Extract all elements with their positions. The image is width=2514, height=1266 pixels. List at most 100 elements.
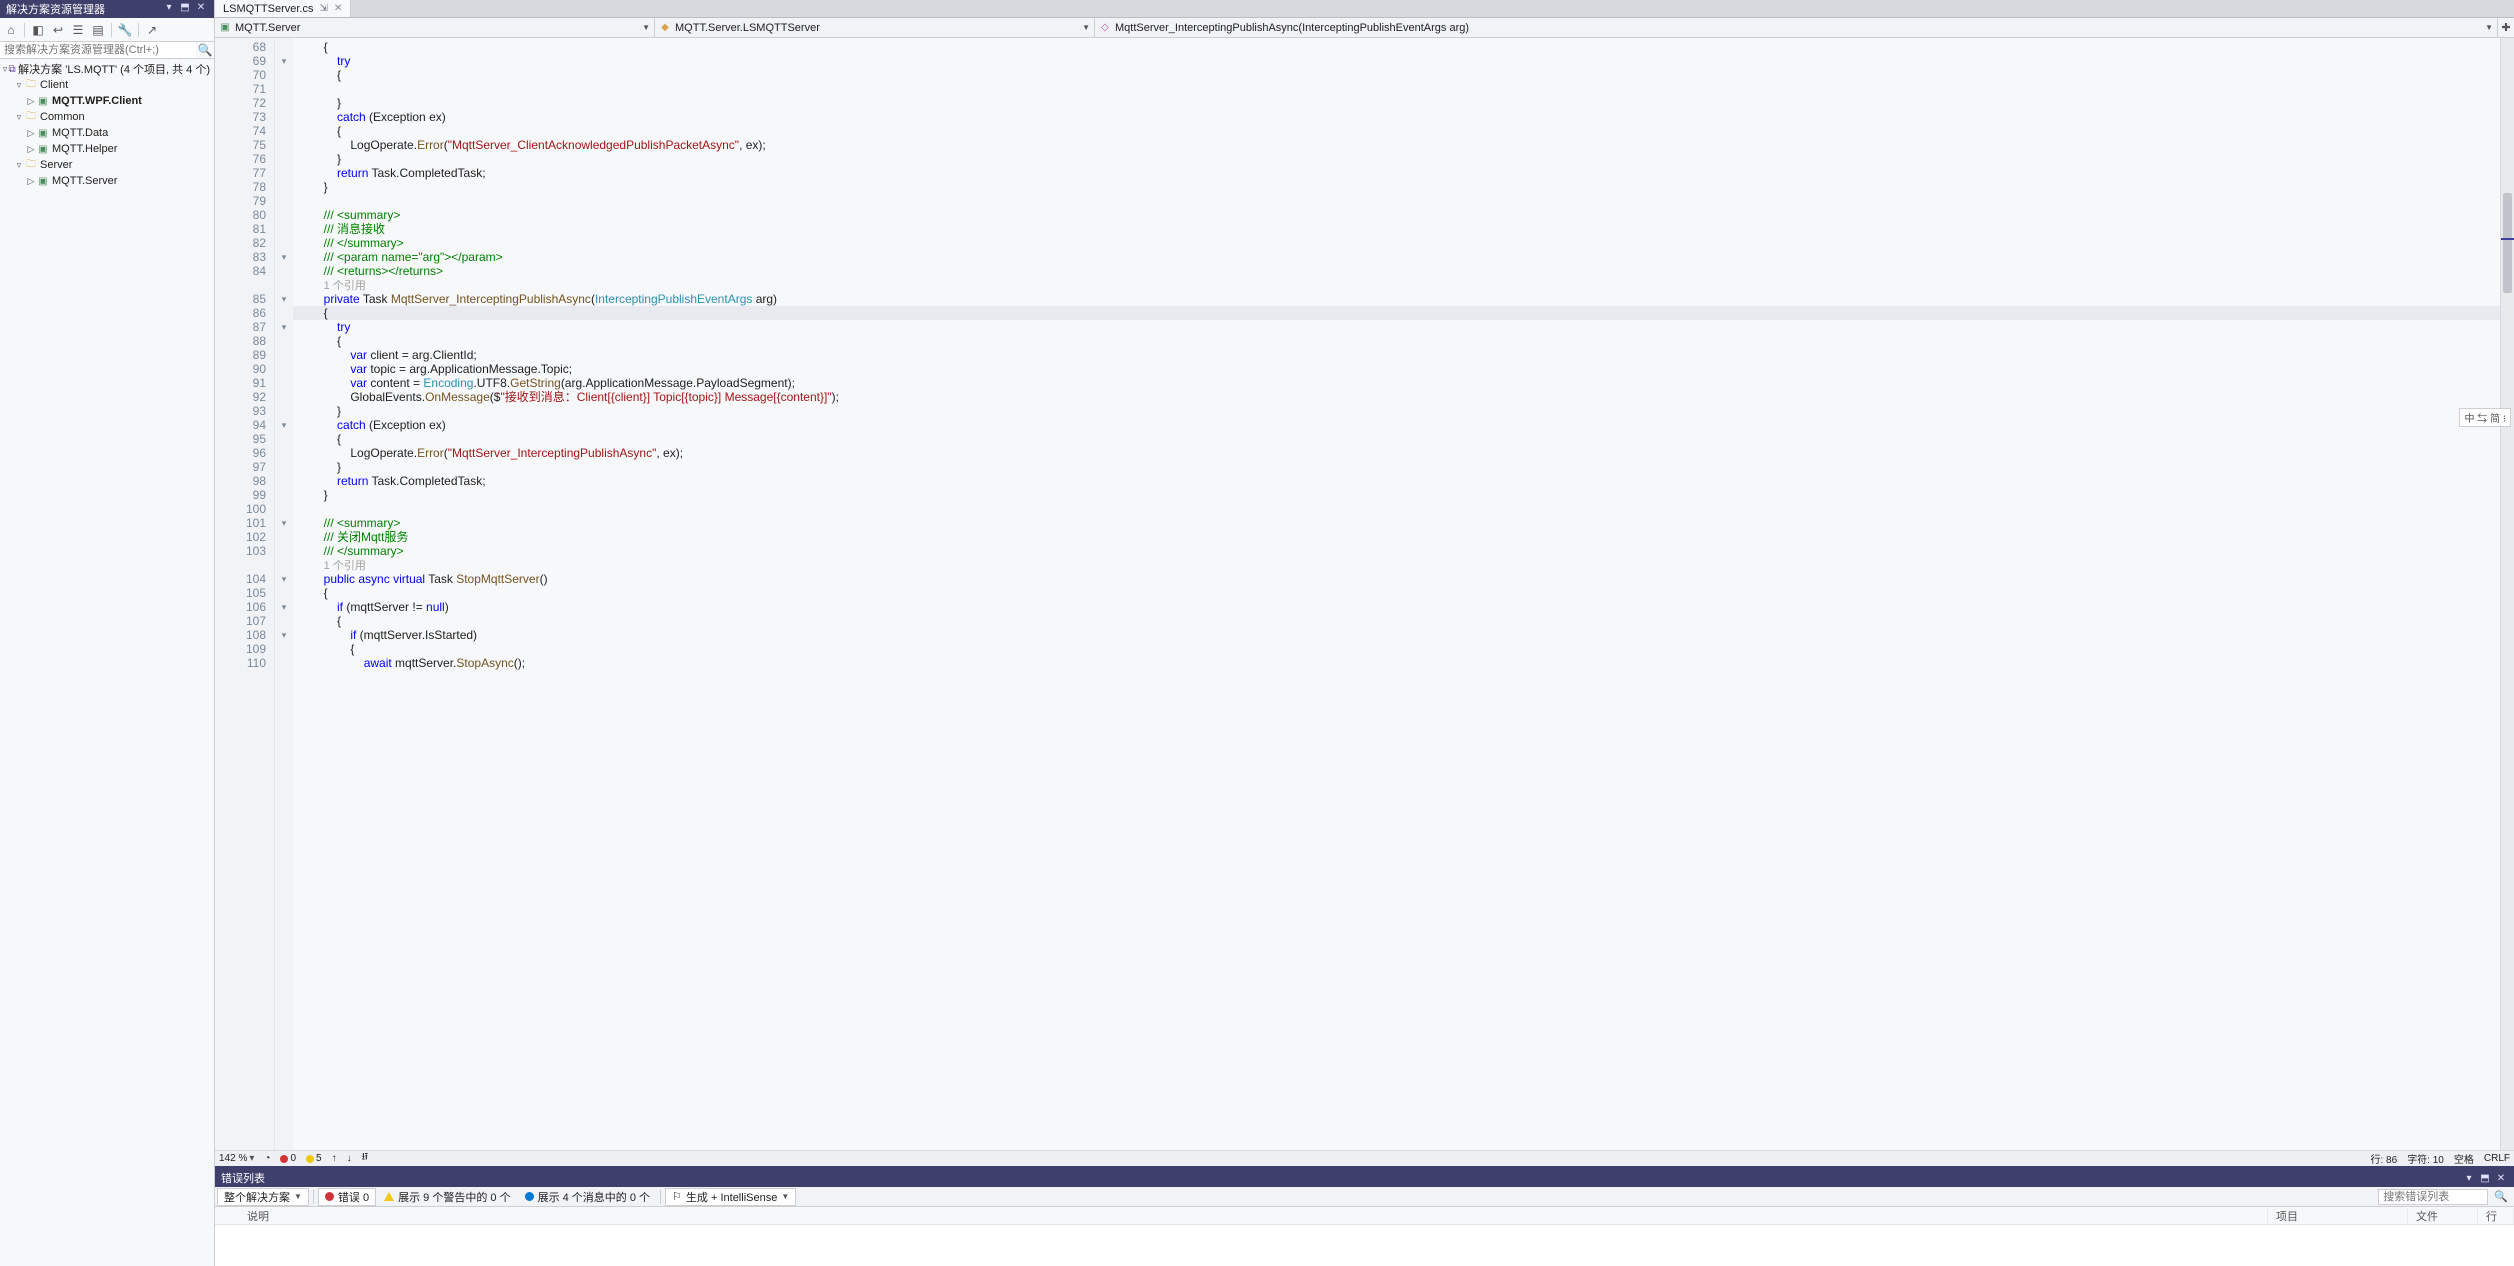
editor-status-bar: 142 % ▾ ◔ 0 5 ↑ ↓ ⭿ 行: 86 字符: 10 空格 CRLF [215, 1150, 2514, 1166]
solution-search-input[interactable] [0, 42, 196, 58]
chevron-down-icon: ▼ [1082, 23, 1090, 32]
error-dot-icon [280, 1155, 288, 1163]
error-count[interactable]: 0 [280, 1153, 296, 1164]
error-icon [325, 1192, 334, 1201]
split-editor-button[interactable]: ✚ [2498, 18, 2514, 37]
caret-col: 字符: 10 [2407, 1151, 2444, 1166]
nav-prev[interactable]: ↑ [332, 1153, 337, 1164]
ime-indicator[interactable]: 中 ⇆ 简 ⁝ [2459, 408, 2511, 427]
zoom-level[interactable]: 142 % ▾ [219, 1153, 254, 1164]
fold-gutter[interactable]: ▾▾▾▾▾▾▾▾▾ [275, 38, 293, 1150]
tree-node[interactable]: ▿🗀Common [0, 109, 214, 125]
solution-explorer-title: 解决方案资源管理器 [6, 1, 160, 17]
panel-close-icon[interactable]: ✕ [2494, 1173, 2508, 1184]
expander-icon[interactable]: ▷ [26, 128, 36, 139]
tree-node[interactable]: ▷▣MQTT.Helper [0, 141, 214, 157]
expander-icon[interactable]: ▷ [26, 176, 36, 187]
error-list-titlebar: 错误列表 ▾ ⬒ ✕ [215, 1169, 2514, 1187]
panel-close-icon[interactable]: ✕ [194, 2, 208, 16]
scrollbar-caret-marker [2501, 238, 2514, 240]
tree-node-label: Common [40, 111, 85, 123]
expander-icon[interactable]: ▷ [26, 144, 36, 155]
tree-node-label: MQTT.Data [52, 127, 108, 139]
issues-icon[interactable]: ◔ [264, 1153, 270, 1164]
code-nav-bar: ▣ MQTT.Server ▼ ◆ MQTT.Server.LSMQTTServ… [215, 18, 2514, 38]
caret-line: 行: 86 [2371, 1151, 2398, 1166]
csharp-project-icon: ▣ [36, 142, 50, 156]
scope-selector[interactable]: 整个解决方案▼ [217, 1188, 309, 1206]
warning-count[interactable]: 5 [306, 1153, 322, 1164]
properties-icon[interactable]: 🔧 [116, 21, 134, 39]
tree-node[interactable]: ▿🗀Server [0, 157, 214, 173]
solution-root-label: 解决方案 'LS.MQTT' (4 个项目, 共 4 个) [18, 61, 210, 77]
csharp-project-icon: ▣ [36, 94, 50, 108]
nav-next[interactable]: ↓ [347, 1153, 352, 1164]
messages-filter[interactable]: 展示 4 个消息中的 0 个 [519, 1188, 656, 1206]
class-icon: ◆ [659, 22, 671, 34]
nav-sync[interactable]: ⭿ [362, 1150, 368, 1167]
indent-mode[interactable]: 空格 [2454, 1151, 2474, 1166]
panel-pin-icon[interactable]: ⬒ [178, 2, 192, 16]
nav-project[interactable]: ▣ MQTT.Server ▼ [215, 18, 655, 37]
col-line[interactable]: 行 [2478, 1208, 2514, 1224]
warning-dot-icon [306, 1155, 314, 1163]
expander-icon[interactable]: ▿ [14, 80, 24, 91]
csharp-project-icon: ▣ [219, 22, 231, 34]
chevron-down-icon: ▼ [642, 23, 650, 32]
tab-active[interactable]: LSMQTTServer.cs ⇲ ✕ [215, 0, 351, 17]
build-filter[interactable]: ⚐生成 + IntelliSense▼ [665, 1188, 796, 1206]
error-columns: 说明 项目 文件 行 [215, 1207, 2514, 1225]
search-icon[interactable]: 🔍 [2490, 1190, 2512, 1203]
tab-label: LSMQTTServer.cs [223, 3, 313, 15]
csharp-project-icon: ▣ [36, 174, 50, 188]
errors-filter[interactable]: 错误 0 [318, 1188, 376, 1206]
error-list-toolbar: 整个解决方案▼ 错误 0 展示 9 个警告中的 0 个 展示 4 个消息中的 0… [215, 1187, 2514, 1207]
document-tabs: LSMQTTServer.cs ⇲ ✕ [215, 0, 2514, 18]
expander-icon[interactable]: ▷ [26, 96, 36, 107]
panel-dropdown-icon[interactable]: ▾ [2462, 1173, 2476, 1184]
show-all-icon[interactable]: ▤ [89, 21, 107, 39]
error-list-title: 错误列表 [221, 1170, 2460, 1186]
col-desc[interactable]: 说明 [239, 1208, 2268, 1224]
eol-mode[interactable]: CRLF [2484, 1153, 2510, 1164]
csharp-project-icon: ▣ [36, 126, 50, 140]
home-icon[interactable]: ⌂ [2, 21, 20, 39]
search-icon[interactable]: 🔍 [196, 42, 214, 58]
tree-node-label: MQTT.Helper [52, 143, 117, 155]
vertical-scrollbar[interactable] [2500, 38, 2514, 1150]
back-icon[interactable]: ↩ [49, 21, 67, 39]
code-editor[interactable]: 6869707172737475767778798081828384858687… [215, 38, 2514, 1150]
folder-icon: 🗀 [24, 110, 38, 124]
tree-node[interactable]: ▷▣MQTT.WPF.Client [0, 93, 214, 109]
panel-dropdown-icon[interactable]: ▾ [162, 2, 176, 16]
tree-node[interactable]: ▿🗀Client [0, 77, 214, 93]
tree-node-label: Client [40, 79, 68, 91]
folder-icon: 🗀 [24, 78, 38, 92]
tree-node-label: Server [40, 159, 72, 171]
expander-icon[interactable]: ▿ [14, 160, 24, 171]
filter-icon: ⚐ [672, 1190, 682, 1203]
error-list-body[interactable] [215, 1225, 2514, 1266]
line-number-gutter: 6869707172737475767778798081828384858687… [215, 38, 275, 1150]
tree-node[interactable]: ▷▣MQTT.Data [0, 125, 214, 141]
error-search-input[interactable] [2378, 1189, 2488, 1205]
tree-node-label: MQTT.WPF.Client [52, 95, 142, 107]
solution-explorer-panel: 解决方案资源管理器 ▾ ⬒ ✕ ⌂ ◧ ↩ ☰ ▤ 🔧 ↗ 🔍 ▿ ⧉ 解决方案… [0, 0, 215, 1266]
view-icon[interactable]: ◧ [29, 21, 47, 39]
col-file[interactable]: 文件 [2408, 1208, 2478, 1224]
preview-icon[interactable]: ↗ [143, 21, 161, 39]
scrollbar-thumb[interactable] [2503, 193, 2512, 293]
solution-tree[interactable]: ▿ ⧉ 解决方案 'LS.MQTT' (4 个项目, 共 4 个) ▿🗀Clie… [0, 59, 214, 1266]
tree-node[interactable]: ▷▣MQTT.Server [0, 173, 214, 189]
pin-icon[interactable]: ⇲ [319, 3, 327, 14]
expander-icon[interactable]: ▿ [14, 112, 24, 123]
col-project[interactable]: 项目 [2268, 1208, 2408, 1224]
panel-pin-icon[interactable]: ⬒ [2478, 1173, 2492, 1184]
scope-icon[interactable]: ☰ [69, 21, 87, 39]
solution-root[interactable]: ▿ ⧉ 解决方案 'LS.MQTT' (4 个项目, 共 4 个) [0, 61, 214, 77]
warnings-filter[interactable]: 展示 9 个警告中的 0 个 [378, 1188, 516, 1206]
close-icon[interactable]: ✕ [334, 3, 342, 14]
nav-type[interactable]: ◆ MQTT.Server.LSMQTTServer ▼ [655, 18, 1095, 37]
code-surface[interactable]: { try { } catch (Exception ex) { LogOper… [293, 38, 2500, 1150]
nav-member[interactable]: ◇ MqttServer_InterceptingPublishAsync(In… [1095, 18, 2498, 37]
